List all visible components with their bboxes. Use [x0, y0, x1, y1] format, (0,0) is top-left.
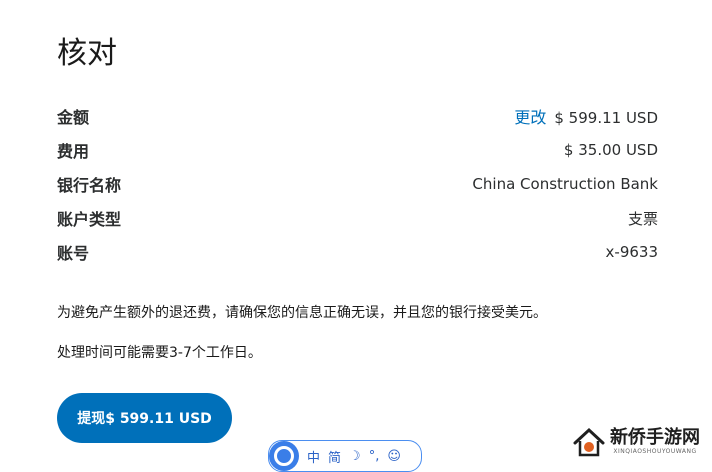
ime-punct-toggle[interactable]: 简: [328, 447, 341, 466]
account-number-value: x-9633: [605, 243, 658, 261]
amount-label: 金额: [57, 108, 90, 127]
ime-logo-icon: [269, 441, 299, 471]
processing-time-notice: 处理时间可能需要3-7个工作日。: [57, 345, 262, 361]
account-type-row: 账户类型 支票: [57, 206, 658, 230]
account-type-value: 支票: [627, 209, 658, 228]
fee-value: $ 35.00 USD: [563, 141, 658, 159]
account-type-label: 账户类型: [57, 210, 122, 229]
page-title: 核对: [57, 36, 117, 71]
withdraw-button[interactable]: 提现$ 599.11 USD: [57, 393, 232, 443]
watermark-main-text: 新侨手游网: [610, 427, 700, 448]
bank-name-value: China Construction Bank: [472, 175, 658, 193]
watermark-sub-text: XINQIAOSHOUYOUWANG: [613, 448, 697, 455]
account-number-label: 账号: [57, 244, 90, 263]
amount-value-group: 更改 $ 599.11 USD: [514, 104, 658, 128]
bank-name-row: 银行名称 China Construction Bank: [57, 172, 658, 196]
ime-mode-toggle[interactable]: 中: [307, 447, 320, 466]
house-logo-icon: [573, 427, 605, 456]
ime-toolbar[interactable]: 中 简 ☽ °, ☺: [268, 440, 422, 472]
moon-icon[interactable]: ☽: [349, 449, 361, 464]
fee-row: 费用 $ 35.00 USD: [57, 138, 658, 162]
emoji-icon[interactable]: ☺: [387, 449, 401, 464]
bank-name-label: 银行名称: [57, 176, 122, 195]
amount-row: 金额 更改 $ 599.11 USD: [57, 104, 658, 128]
account-number-row: 账号 x-9633: [57, 240, 658, 264]
watermark-logo: 新侨手游网 XINQIAOSHOUYOUWANG: [572, 422, 712, 461]
fee-label: 费用: [57, 142, 90, 161]
change-amount-link[interactable]: 更改: [514, 108, 546, 127]
fees-notice: 为避免产生额外的退还费，请确保您的信息正确无误，并且您的银行接受美元。: [57, 305, 547, 321]
amount-value: $ 599.11 USD: [554, 109, 658, 127]
comma-icon[interactable]: °,: [369, 449, 380, 464]
